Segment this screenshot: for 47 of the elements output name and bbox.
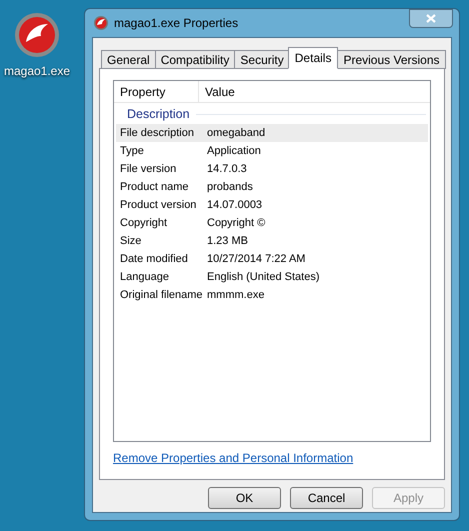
tab[interactable]: Compatibility (154, 50, 236, 69)
list-row[interactable]: Type Application (116, 142, 428, 160)
property-cell-text: Type (119, 144, 145, 159)
list-row[interactable]: Size 1.23 MB (116, 232, 428, 250)
tab[interactable]: Details (288, 47, 338, 69)
tab[interactable]: Security (234, 50, 290, 69)
property-cell-text: Copyright (119, 216, 168, 231)
column-header[interactable]: Property (114, 81, 199, 102)
list-row[interactable]: Copyright Copyright © (116, 214, 428, 232)
property-cell-text: Size (119, 234, 142, 249)
list-row[interactable]: Date modified 10/27/2014 7:22 AM (116, 250, 428, 268)
list-row[interactable]: File version 14.7.0.3 (116, 160, 428, 178)
value-cell-text: mmmm.exe (206, 288, 264, 303)
list-row[interactable]: Language English (United States) (116, 268, 428, 286)
property-cell-text: File description (119, 126, 195, 141)
icon-label: magao1.exe (4, 63, 70, 80)
property-cell-text: Original filename (119, 288, 204, 303)
value-cell-text: Copyright © (206, 216, 266, 231)
value-cell-text: 14.7.0.3 (206, 162, 247, 177)
property-cell-text: Language (119, 270, 170, 285)
close-icon (426, 14, 436, 23)
column-header[interactable]: Value (199, 81, 430, 102)
property-cell-text: File version (119, 162, 178, 177)
value-cell-text: 14.07.0003 (206, 198, 262, 213)
value-cell-text: probands (206, 180, 253, 195)
list-row[interactable]: Product name probands (116, 178, 428, 196)
app-icon (94, 16, 108, 30)
value-cell-text: 10/27/2014 7:22 AM (206, 252, 306, 267)
dialog-button[interactable]: OK (208, 487, 281, 509)
group-header: Description (127, 106, 190, 123)
list-row[interactable]: Product version 14.07.0003 (116, 196, 428, 214)
value-cell-text: Application (206, 144, 261, 159)
property-cell-text: Date modified (119, 252, 189, 267)
tab[interactable]: General (101, 50, 156, 69)
property-cell-text: Product name (119, 180, 190, 195)
dialog-button[interactable]: Cancel (290, 487, 363, 509)
list-row[interactable]: File description omegaband (116, 124, 428, 142)
value-cell-text: English (United States) (206, 270, 320, 285)
remove-properties-link[interactable]: Remove Properties and Personal Information (113, 449, 354, 467)
close-button[interactable] (409, 9, 453, 28)
tab[interactable]: Previous Versions (337, 50, 446, 69)
value-cell-text: omegaband (206, 126, 266, 141)
app-icon[interactable] (14, 12, 60, 58)
property-cell-text: Product version (119, 198, 198, 213)
list-row[interactable]: Original filename mmmm.exe (116, 286, 428, 304)
window-title: magao1.exe Properties (114, 15, 238, 32)
value-cell-text: 1.23 MB (206, 234, 248, 249)
